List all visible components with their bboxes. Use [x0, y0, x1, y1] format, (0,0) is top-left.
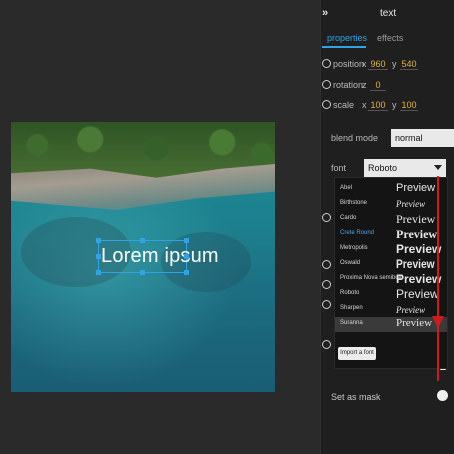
- resize-handle-top-right[interactable]: [184, 238, 189, 243]
- set-as-mask-label: Set as mask: [331, 392, 381, 402]
- import-font-button[interactable]: Import a font: [338, 347, 376, 360]
- panel-title: text: [380, 8, 397, 19]
- rotation-z-label: z: [362, 80, 367, 90]
- resize-handle-left[interactable]: [96, 254, 101, 259]
- resize-handle-bottom[interactable]: [140, 270, 145, 275]
- reset-circle-icon[interactable]: [322, 280, 331, 289]
- position-y-label: y: [392, 59, 397, 69]
- font-value: Roboto: [368, 163, 398, 173]
- scale-label: scale: [333, 100, 355, 110]
- reset-circle-icon[interactable]: [322, 80, 331, 89]
- reset-circle-icon[interactable]: [322, 340, 331, 349]
- position-label: position: [333, 59, 365, 69]
- blend-mode-value: normal: [395, 133, 423, 143]
- font-label: font: [331, 163, 347, 173]
- scale-y-input[interactable]: 100: [400, 100, 418, 111]
- reset-circle-icon[interactable]: [322, 213, 331, 222]
- text-layer-content[interactable]: Lorem ipsum: [101, 245, 219, 268]
- tab-effects[interactable]: effects: [377, 33, 403, 43]
- font-dropdown[interactable]: Roboto: [364, 159, 446, 177]
- chevron-down-icon: [434, 165, 442, 170]
- resize-handle-right[interactable]: [184, 254, 189, 259]
- resize-handle-bottom-right[interactable]: [184, 270, 189, 275]
- rotation-label: rotation: [333, 80, 364, 90]
- reset-circle-icon[interactable]: [322, 59, 331, 68]
- resize-handle-top-left[interactable]: [96, 238, 101, 243]
- set-as-mask-toggle[interactable]: [437, 390, 448, 401]
- scale-x-input[interactable]: 100: [368, 100, 388, 111]
- rotation-z-input[interactable]: 0: [370, 80, 386, 91]
- arrow-head: [432, 316, 444, 328]
- text-layer-box[interactable]: Lorem ipsum: [96, 238, 219, 275]
- blend-mode-label: blend mode: [331, 133, 379, 143]
- position-x-input[interactable]: 960: [368, 59, 388, 70]
- reset-circle-icon[interactable]: [322, 100, 331, 109]
- blend-mode-dropdown[interactable]: normal: [391, 129, 454, 147]
- scale-y-label: y: [392, 100, 397, 110]
- active-tab-underline: [322, 46, 366, 48]
- resize-handle-bottom-left[interactable]: [96, 270, 101, 275]
- scale-x-label: x: [362, 100, 367, 110]
- double-chevron-right-icon[interactable]: »: [322, 7, 328, 19]
- tab-properties[interactable]: properties: [327, 33, 367, 43]
- resize-handle-top[interactable]: [140, 238, 145, 243]
- reset-circle-icon[interactable]: [322, 300, 331, 309]
- reset-circle-icon[interactable]: [322, 260, 331, 269]
- scroll-arrow-annotation: [432, 176, 444, 381]
- position-x-label: x: [362, 59, 367, 69]
- position-y-input[interactable]: 540: [400, 59, 418, 70]
